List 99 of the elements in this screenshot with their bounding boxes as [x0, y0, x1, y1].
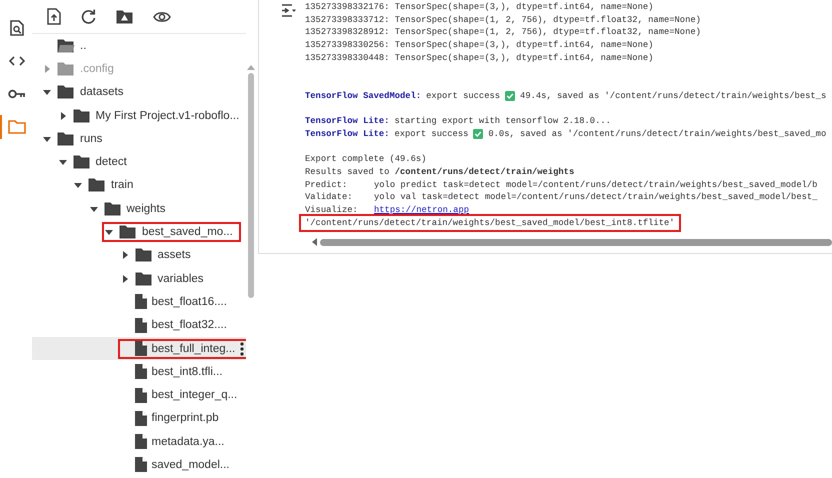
key-icon [8, 89, 26, 99]
file-name: variables [158, 272, 204, 285]
file-name: detect [96, 156, 127, 168]
file-icon [134, 364, 146, 380]
folder-icon [134, 272, 152, 286]
output-key: Predict: [305, 178, 369, 192]
file-tree-item[interactable]: datasets [32, 80, 246, 104]
file-name: My First Project.v1-roboflo... [96, 110, 240, 122]
output-key: Validate: [305, 191, 369, 204]
search-icon [10, 20, 24, 36]
output-tag: TensorFlow Lite: [305, 115, 390, 128]
folder-icon [104, 202, 122, 216]
output-line: Results saved to /content/runs/detect/train/weights [305, 166, 574, 179]
output-text: 0.0s, saved as '/content/runs/detect/train/weights/best_saved_mo [488, 128, 826, 141]
folder-icon [72, 155, 90, 170]
file-icon [134, 434, 146, 450]
output-line: 135273398333712: TensorSpec(shape=(1, 2, 756), dtype=tf.float32, name=None) [305, 14, 701, 26]
result-path: '/content/runs/detect/train/weights/best_saved_model/best_int8.tflite' [299, 214, 681, 232]
file-tree-item[interactable]: metadata.ya... [32, 430, 246, 454]
file-tree-item[interactable]: .. [32, 34, 246, 58]
file-name: best_float16.... [152, 296, 227, 308]
file-name: metadata.ya... [152, 436, 224, 448]
caret-down-icon[interactable] [105, 228, 113, 236]
file-tree-item[interactable]: best_full_integ... [32, 336, 246, 360]
folder-icon [134, 248, 152, 262]
file-icon [134, 341, 146, 356]
output-toggle-icon[interactable] [281, 4, 297, 17]
code-icon [9, 56, 25, 66]
file-name: best_integer_q... [152, 389, 238, 402]
output-tag: TensorFlow Lite: [305, 128, 390, 141]
output-line: 135273398330448: TensorSpec(shape=(3,), dtype=tf.int64, name=None) [305, 52, 654, 64]
folder-icon [72, 108, 90, 123]
file-icon [134, 318, 146, 333]
folder-icon [88, 178, 106, 192]
file-tree-item[interactable]: saved_model... [32, 453, 246, 477]
file-name: .. [80, 40, 86, 52]
file-tree-item[interactable]: best_int8.tfli... [32, 360, 246, 384]
folder-icon [57, 85, 75, 100]
file-tree-item[interactable]: detect [32, 150, 246, 174]
file-tree-item[interactable]: best_float32.... [32, 314, 246, 337]
file-name: weights [126, 202, 166, 215]
output-tag: TensorFlow SavedModel: [305, 90, 422, 103]
output-line: Export complete (49.6s) [305, 153, 426, 166]
output-line: 135273398328912: TensorSpec(shape=(1, 2, 756), dtype=tf.float32, name=None) [305, 26, 701, 40]
output-command: yolo val task=detect model=/content/runs/detect/train/weights/best_saved_model/best_ [374, 191, 818, 204]
scrollbar-thumb[interactable] [320, 238, 832, 246]
file-tree-item[interactable]: fingerprint.pb [32, 406, 246, 430]
file-icon [134, 388, 146, 403]
file-tree-item[interactable]: My First Project.v1-roboflo... [32, 104, 246, 128]
check-icon [505, 91, 516, 102]
file-name: best_saved_mo... [142, 226, 233, 238]
output-text: export success [426, 90, 500, 103]
output-line: 135273398330256: TensorSpec(shape=(3,), dtype=tf.int64, name=None) [305, 39, 654, 52]
file-name: .config [80, 62, 114, 75]
caret-down-icon[interactable] [74, 181, 82, 190]
check-icon [473, 129, 484, 140]
more-options-icon[interactable] [240, 342, 244, 356]
file-tree-item[interactable]: best_saved_mo... [32, 220, 246, 244]
caret-down-icon[interactable] [43, 88, 51, 96]
eye-icon[interactable] [153, 10, 171, 22]
file-name: assets [158, 249, 191, 262]
folder-icon [57, 132, 75, 146]
output-line: 135273398332176: TensorSpec(shape=(3,), dtype=tf.int64, name=None) [305, 1, 654, 14]
file-icon [134, 294, 146, 310]
file-icon [134, 457, 146, 472]
scroll-left-icon[interactable] [311, 238, 317, 246]
file-icon [134, 410, 146, 426]
folder-icon [8, 120, 26, 134]
file-name: best_full_integ... [152, 342, 236, 354]
file-name: datasets [80, 86, 124, 98]
file-name: runs [80, 132, 102, 145]
caret-down-icon[interactable] [58, 158, 66, 166]
drive-folder-icon[interactable] [116, 10, 133, 24]
caret-right-icon[interactable] [58, 112, 66, 120]
output-command: yolo predict task=detect model=/content/runs/detect/train/weights/best_saved_model/b [374, 178, 818, 192]
file-tree-item[interactable]: best_integer_q... [32, 383, 246, 407]
output-text: export success [394, 128, 468, 141]
open-folder-icon [57, 38, 75, 53]
file-tree-item[interactable]: runs [32, 127, 246, 150]
folder-icon [119, 225, 137, 240]
file-name: saved_model... [152, 458, 230, 471]
output-text: 49.4s, saved as '/content/runs/detect/train/weights/best_s [520, 90, 826, 103]
file-tree-item[interactable]: weights [32, 197, 246, 220]
file-name: best_int8.tfli... [152, 366, 222, 378]
file-tree-item[interactable]: train [32, 174, 246, 198]
scrollbar-thumb[interactable] [248, 73, 254, 298]
caret-down-icon[interactable] [43, 134, 51, 143]
upload-icon[interactable] [47, 8, 61, 25]
refresh-icon[interactable] [81, 9, 96, 24]
file-tree-item[interactable]: best_float16.... [32, 290, 246, 314]
file-name: train [111, 179, 134, 192]
file-name: best_float32.... [152, 319, 227, 332]
file-name: fingerprint.pb [152, 412, 219, 424]
caret-down-icon[interactable] [90, 204, 98, 213]
caret-right-icon[interactable] [120, 274, 128, 283]
caret-right-icon[interactable] [120, 251, 128, 260]
file-tree-item[interactable]: assets [32, 244, 246, 267]
file-tree-item[interactable]: variables [32, 266, 246, 290]
output-text: starting export with tensorflow 2.18.0... [394, 115, 611, 128]
